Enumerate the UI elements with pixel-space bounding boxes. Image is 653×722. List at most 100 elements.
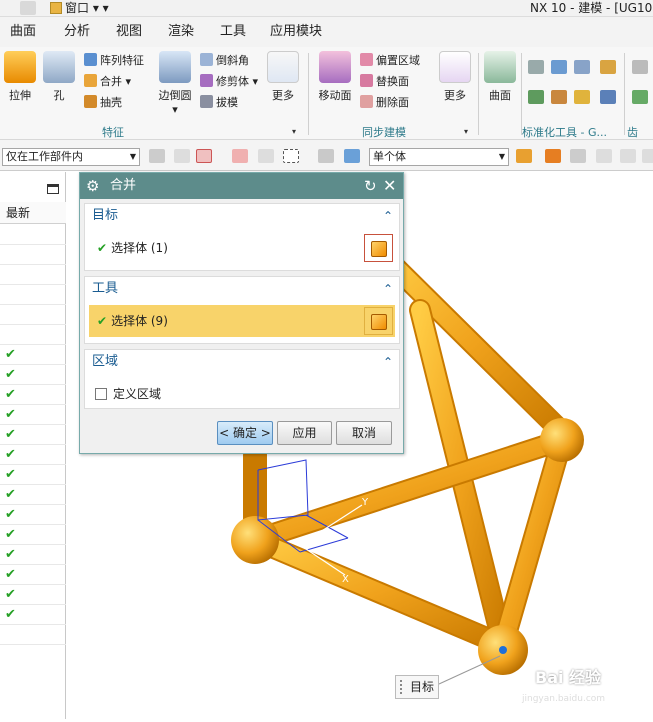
forward-icon[interactable] xyxy=(545,149,561,163)
dialog-title-bar[interactable]: ⚙ 合并 ↻ ✕ xyxy=(80,173,403,199)
select-body-button[interactable] xyxy=(364,234,393,262)
navigator-row[interactable] xyxy=(0,245,66,265)
navigator-row[interactable]: ✔ xyxy=(0,425,66,445)
strut[interactable] xyxy=(376,248,571,441)
point-snap-icon[interactable] xyxy=(196,149,212,163)
define-region-checkbox[interactable] xyxy=(95,388,107,400)
select-body-button[interactable] xyxy=(364,307,393,335)
chamfer-button[interactable]: 倒斜角 xyxy=(200,53,249,68)
navigator-row[interactable]: ✔ xyxy=(0,585,66,605)
gear-icon[interactable]: ⚙ xyxy=(86,173,99,199)
draft-button[interactable]: 拔模 xyxy=(200,95,238,110)
navigator-row[interactable] xyxy=(0,265,66,285)
line-icon[interactable] xyxy=(620,149,636,163)
body-filter-icon[interactable] xyxy=(344,149,360,163)
move-face-button[interactable]: 移动面 xyxy=(315,51,355,103)
navigator-row[interactable] xyxy=(0,325,66,345)
snap-icon[interactable] xyxy=(174,149,190,163)
navigator-row[interactable]: ✔ xyxy=(0,405,66,425)
tab-tools[interactable]: 工具 xyxy=(220,24,246,40)
tab-render[interactable]: 渲染 xyxy=(168,24,194,40)
navigator-row[interactable] xyxy=(0,225,66,245)
ok-button[interactable]: < 确定 > xyxy=(217,421,273,445)
strut[interactable] xyxy=(246,431,571,549)
standard-tool-icon[interactable] xyxy=(574,90,590,104)
standard-tool-icon[interactable] xyxy=(528,90,544,104)
navigator-row[interactable]: ✔ xyxy=(0,565,66,585)
standard-tool-icon[interactable] xyxy=(551,90,567,104)
tab-surface[interactable]: 曲面 xyxy=(10,24,36,40)
reset-icon[interactable]: ↻ xyxy=(364,173,377,199)
node-sphere[interactable] xyxy=(540,418,584,462)
replace-face-button[interactable]: 替换面 xyxy=(360,74,409,89)
navigator-row[interactable]: ✔ xyxy=(0,345,66,365)
standard-tool-icon[interactable] xyxy=(528,60,544,74)
strut[interactable] xyxy=(494,431,571,654)
trim-body-button[interactable]: 修剪体 ▾ xyxy=(200,74,258,89)
close-icon[interactable]: ✕ xyxy=(383,173,396,199)
hole-button[interactable]: 孔 xyxy=(39,51,79,103)
selection-scope-select[interactable]: 单个体 ▼ xyxy=(369,148,509,166)
node-sphere[interactable] xyxy=(231,516,279,564)
navigator-row[interactable]: ✔ xyxy=(0,545,66,565)
line-icon[interactable] xyxy=(596,149,612,163)
type-filter-select[interactable]: 仅在工作部件内 ▼ xyxy=(2,148,140,166)
navigator-row[interactable]: ✔ xyxy=(0,605,66,625)
more-sync-button[interactable]: 更多 xyxy=(435,51,475,103)
selection-box-icon[interactable] xyxy=(283,149,299,163)
standard-tool-icon[interactable] xyxy=(551,60,567,74)
tool-section-header[interactable]: 工具 ⌃ xyxy=(85,277,399,301)
collapse-icon[interactable]: ⌃ xyxy=(383,204,393,228)
group-feature-expand-icon[interactable]: ▾ xyxy=(292,127,296,136)
apply-button[interactable]: 应用 xyxy=(277,421,332,445)
standard-tool-icon[interactable] xyxy=(600,60,616,74)
navigator-row[interactable] xyxy=(0,625,66,645)
strut[interactable] xyxy=(246,531,512,654)
pattern-feature-button[interactable]: 阵列特征 xyxy=(84,53,144,68)
cancel-button[interactable]: 取消 xyxy=(336,421,392,445)
tab-view[interactable]: 视图 xyxy=(116,24,142,40)
face-filter-icon[interactable] xyxy=(516,149,532,163)
tool-select-body[interactable]: ✔ 选择体 (9) xyxy=(89,305,395,337)
navigator-row[interactable]: ✔ xyxy=(0,505,66,525)
extrude-button[interactable]: 拉伸 xyxy=(0,51,40,103)
snap-grid-icon[interactable] xyxy=(570,149,586,163)
tab-analysis[interactable]: 分析 xyxy=(64,24,90,40)
gear-tool-icon[interactable] xyxy=(632,90,648,104)
edge-blend-button[interactable]: 边倒圆 ▾ xyxy=(155,51,195,116)
navigator-row[interactable]: ✔ xyxy=(0,445,66,465)
more-feature-button[interactable]: 更多 xyxy=(263,51,303,103)
maximize-icon[interactable] xyxy=(47,184,59,194)
shell-button[interactable]: 抽壳 xyxy=(84,95,122,110)
snap-icon[interactable] xyxy=(149,149,165,163)
delete-face-button[interactable]: 删除面 xyxy=(360,95,409,110)
collapse-icon[interactable]: ⌃ xyxy=(383,350,393,374)
collapse-icon[interactable]: ⌃ xyxy=(383,277,393,301)
offset-region-button[interactable]: 偏置区域 xyxy=(360,53,420,68)
snap-icon[interactable] xyxy=(258,149,274,163)
target-section-header[interactable]: 目标 ⌃ xyxy=(85,204,399,228)
navigator-row[interactable]: ✔ xyxy=(0,485,66,505)
navigator-row[interactable]: ✔ xyxy=(0,385,66,405)
gear-tool-icon[interactable] xyxy=(632,60,648,74)
navigator-row[interactable]: ✔ xyxy=(0,365,66,385)
column-header-latest[interactable]: 最新 xyxy=(0,202,66,224)
navigator-row[interactable]: ✔ xyxy=(0,465,66,485)
tab-application[interactable]: 应用模块 xyxy=(270,24,322,40)
surface-button[interactable]: 曲面 xyxy=(480,51,520,103)
unite-button[interactable]: 合并 ▾ xyxy=(84,74,131,89)
selection-tool-icon[interactable] xyxy=(318,149,334,163)
standard-tool-icon[interactable] xyxy=(574,60,590,74)
target-select-body[interactable]: ✔ 选择体 (1) xyxy=(89,232,395,264)
navigator-row[interactable]: ✔ xyxy=(0,525,66,545)
quick-access-icon[interactable] xyxy=(20,1,36,15)
window-menu[interactable]: 窗口 ▾ ▾ xyxy=(50,0,109,16)
define-region-checkbox-row[interactable]: 定义区域 xyxy=(95,385,161,402)
navigator-row[interactable] xyxy=(0,285,66,305)
navigator-row[interactable] xyxy=(0,305,66,325)
curve-rule-icon[interactable] xyxy=(232,149,248,163)
standard-tool-icon[interactable] xyxy=(600,90,616,104)
group-sync-expand-icon[interactable]: ▾ xyxy=(464,127,468,136)
arc-icon[interactable] xyxy=(642,149,653,163)
region-section-header[interactable]: 区域 ⌃ xyxy=(85,350,399,374)
